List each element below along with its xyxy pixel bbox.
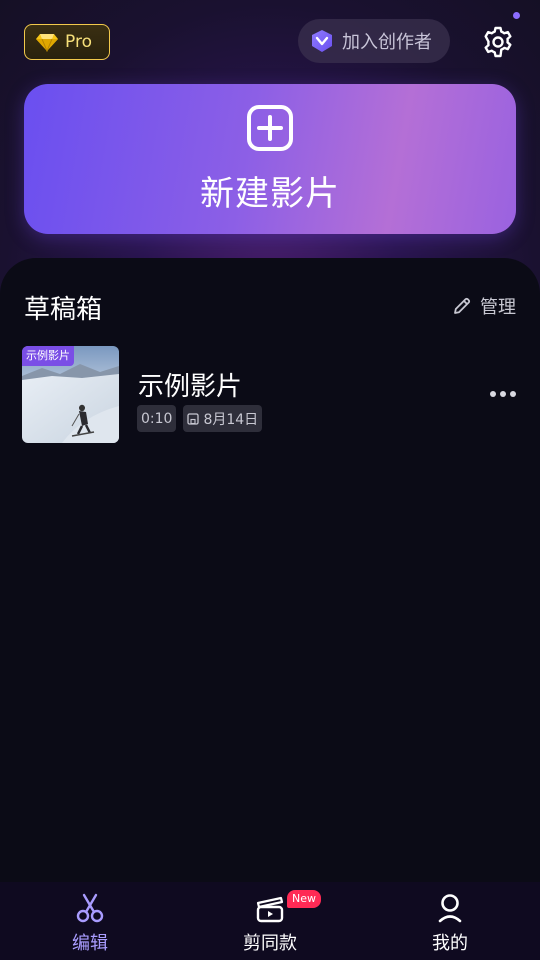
template-icon bbox=[256, 896, 284, 923]
tab-profile-label: 我的 bbox=[432, 933, 468, 954]
duration-text: 0:10 bbox=[141, 410, 173, 427]
draft-meta: 0:10 8月14日 bbox=[137, 405, 263, 432]
drafts-heading: 草稿箱 bbox=[24, 295, 103, 325]
notification-dot bbox=[513, 12, 520, 19]
bottom-tab-bar: 编辑 剪同款 New 我的 bbox=[0, 882, 540, 960]
settings-gear-icon[interactable] bbox=[482, 26, 514, 58]
tab-templates[interactable]: 剪同款 New bbox=[180, 882, 360, 960]
date-text: 8月14日 bbox=[203, 411, 259, 428]
tab-templates-label: 剪同款 bbox=[243, 933, 297, 954]
new-movie-label: 新建影片 bbox=[200, 173, 340, 214]
pencil-icon bbox=[454, 297, 471, 314]
join-creator-label: 加入创作者 bbox=[342, 32, 432, 53]
tab-profile[interactable]: 我的 bbox=[360, 882, 540, 960]
new-badge: New bbox=[287, 890, 321, 908]
save-icon bbox=[187, 412, 200, 425]
date-chip: 8月14日 bbox=[183, 405, 263, 432]
draft-title: 示例影片 bbox=[138, 372, 243, 402]
draft-list-item[interactable]: 示例影片 示例影片 0:10 8月14日 bbox=[22, 346, 520, 444]
scissors-icon bbox=[76, 893, 104, 923]
tab-edit[interactable]: 编辑 bbox=[0, 882, 180, 960]
more-options-button[interactable] bbox=[490, 384, 516, 404]
pro-label: Pro bbox=[65, 32, 92, 52]
tab-edit-label: 编辑 bbox=[72, 933, 108, 954]
manage-label: 管理 bbox=[480, 297, 516, 318]
duration-chip: 0:10 bbox=[137, 405, 177, 432]
pro-badge[interactable]: Pro bbox=[24, 24, 110, 60]
profile-icon bbox=[438, 894, 462, 923]
diamond-icon bbox=[36, 34, 58, 52]
draft-thumbnail: 示例影片 bbox=[22, 346, 119, 443]
manage-button[interactable]: 管理 bbox=[452, 293, 516, 319]
new-movie-button[interactable]: 新建影片 bbox=[24, 84, 516, 234]
add-square-icon bbox=[247, 104, 293, 151]
creator-shield-icon bbox=[312, 30, 332, 52]
sample-tag: 示例影片 bbox=[22, 346, 74, 366]
more-dots-icon bbox=[490, 391, 496, 397]
join-creator-button[interactable]: 加入创作者 bbox=[298, 19, 450, 63]
